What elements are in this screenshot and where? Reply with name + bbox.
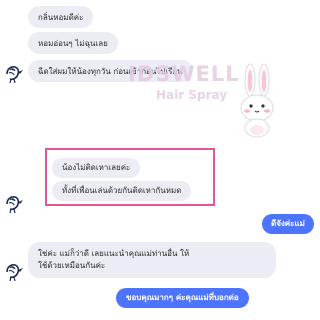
sketch-bird-icon bbox=[6, 196, 23, 214]
message-bubble: ใช่ค่ะ แม่ก็ว่าดี เลยแนะนำคุณแม่ท่านอื่น… bbox=[28, 242, 276, 278]
sketch-bird-icon bbox=[6, 264, 23, 282]
message-bubble: หอมอ่อนๆ ไม่ฉุนเลย bbox=[28, 32, 118, 54]
sender-avatar[interactable] bbox=[2, 60, 26, 84]
sender-avatar[interactable] bbox=[2, 190, 26, 214]
message-bubble: ฉีดใส่ผมให้น้องทุกวัน ก่อนเข้าก่อนไปเรีย… bbox=[28, 60, 193, 82]
highlight-frame bbox=[45, 148, 215, 206]
bunny-sticker-icon bbox=[240, 63, 274, 138]
bunny-sticker[interactable] bbox=[228, 60, 288, 140]
message-line: ใช้ด้วยเหมือนกันค่ะ bbox=[38, 261, 106, 270]
sender-avatar[interactable] bbox=[2, 258, 26, 282]
message-bubble-outgoing: ดีจังค่ะแม่ bbox=[262, 214, 314, 234]
watermark-subtitle: Hair Spray bbox=[156, 88, 228, 102]
message-bubble-outgoing: ขอบคุณมากๆ ค่ะคุณแม่ที่บอกต่อ bbox=[116, 288, 249, 308]
message-bubble: กลิ่นหอมดีค่ะ bbox=[28, 6, 94, 28]
chat-conversation: กลิ่นหอมดีค่ะ หอมอ่อนๆ ไม่ฉุนเลย ฉีดใส่ผ… bbox=[0, 0, 320, 320]
message-line: ใช่ค่ะ แม่ก็ว่าดี เลยแนะนำคุณแม่ท่านอื่น… bbox=[38, 249, 190, 258]
sketch-bird-icon bbox=[6, 66, 23, 84]
